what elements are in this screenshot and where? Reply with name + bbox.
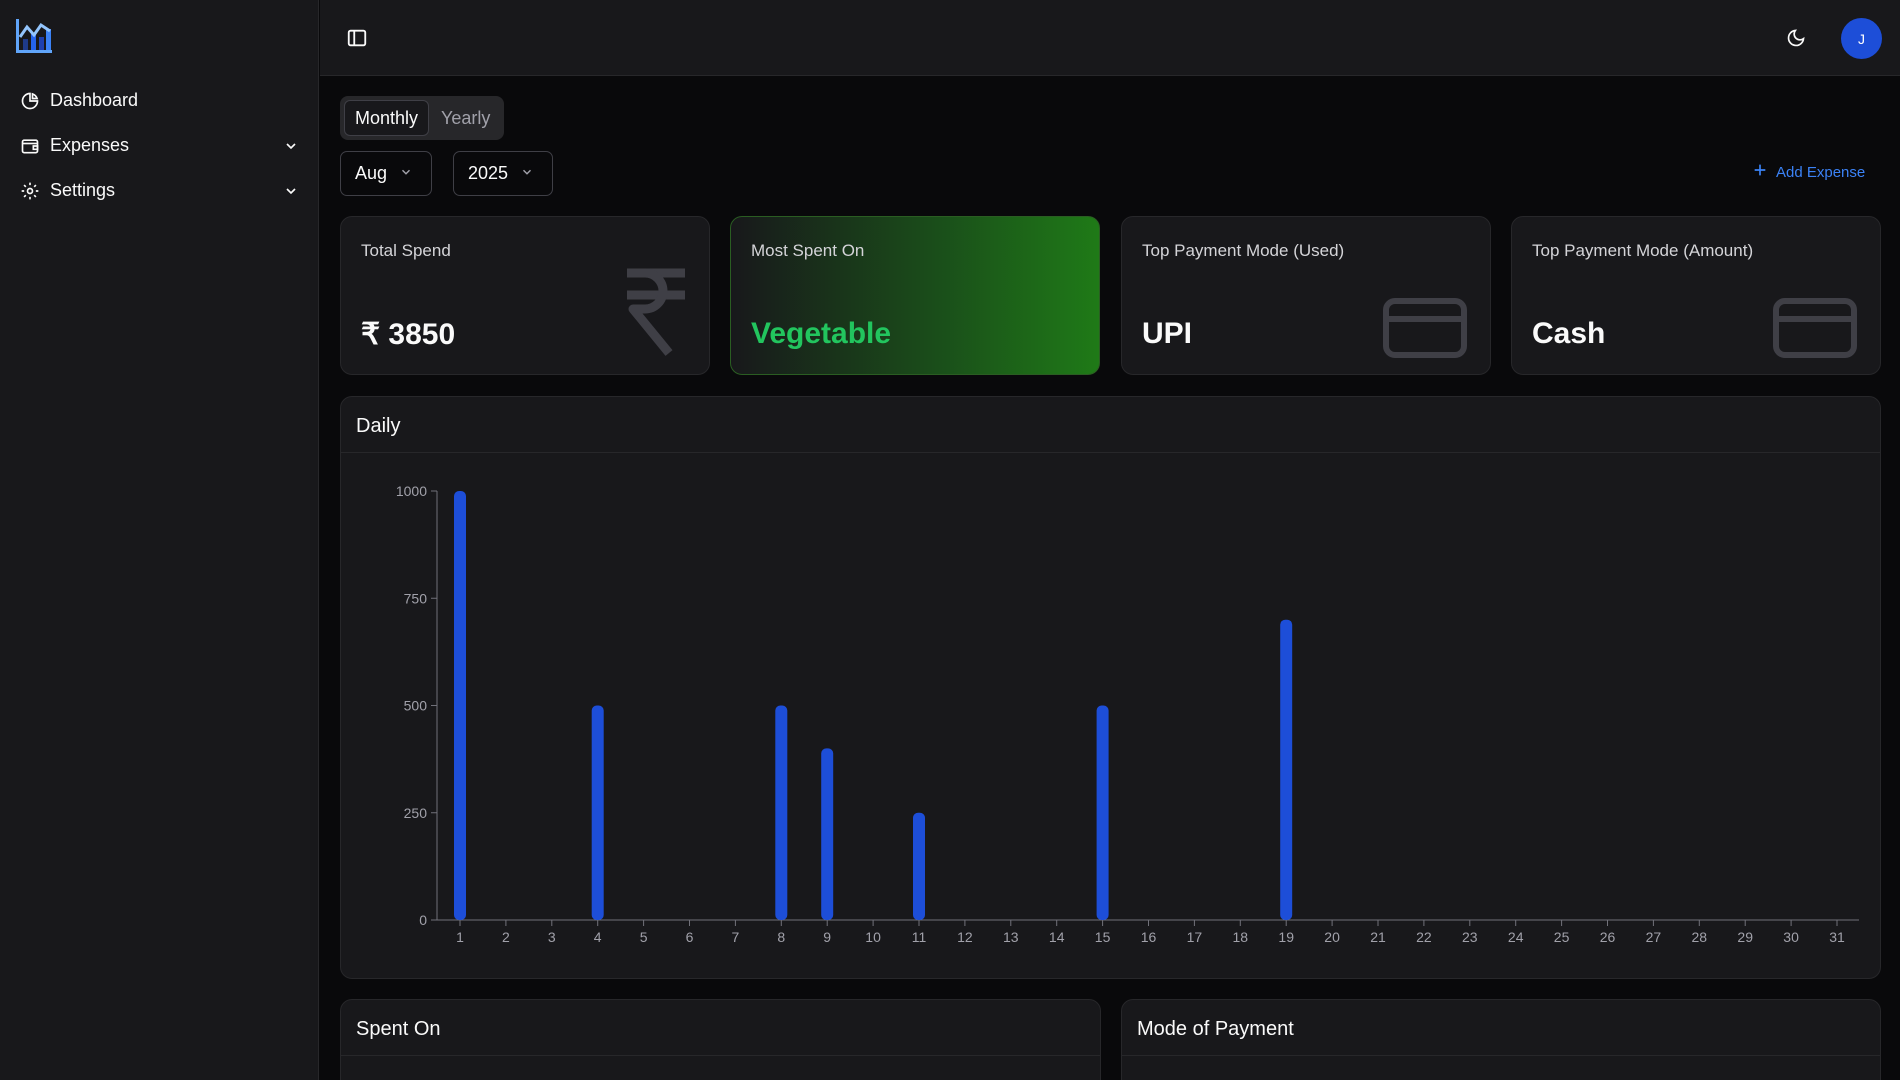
x-tick-label: 15 bbox=[1095, 929, 1111, 945]
x-tick-label: 14 bbox=[1049, 929, 1065, 945]
tab-yearly[interactable]: Yearly bbox=[431, 100, 500, 136]
x-tick-label: 22 bbox=[1416, 929, 1432, 945]
credit-card-icon bbox=[1772, 297, 1858, 364]
daily-chart-panel: Daily 0 250 500 750 1000 1 2 3 4 5 6 7 8 9 10 11 12 13 14 1… bbox=[340, 396, 1881, 979]
card-label: Most Spent On bbox=[751, 241, 865, 260]
bar bbox=[591, 705, 604, 920]
x-tick-label: 27 bbox=[1646, 929, 1662, 945]
topbar: J bbox=[320, 0, 1900, 76]
x-tick-label: 5 bbox=[640, 929, 648, 945]
y-tick-label: 500 bbox=[404, 698, 428, 714]
x-tick-label: 24 bbox=[1508, 929, 1524, 945]
x-tick-label: 3 bbox=[548, 929, 556, 945]
x-tick-label: 7 bbox=[732, 929, 740, 945]
chevron-down-icon bbox=[283, 183, 299, 199]
y-tick-label: 250 bbox=[404, 805, 428, 821]
month-select[interactable]: Aug bbox=[340, 151, 432, 196]
x-tick-label: 2 bbox=[502, 929, 510, 945]
x-tick-label: 30 bbox=[1783, 929, 1799, 945]
chevron-down-icon bbox=[399, 163, 413, 184]
x-tick-label: 16 bbox=[1141, 929, 1157, 945]
moon-icon[interactable] bbox=[1784, 26, 1808, 50]
daily-bar-chart: 025050075010001 2 3 4 5 6 7 8 9 10 11 12 13 14 15 16 17 1… bbox=[396, 483, 1859, 945]
year-select-value: 2025 bbox=[468, 163, 509, 183]
y-tick-label: 750 bbox=[404, 590, 428, 606]
bar bbox=[775, 705, 788, 920]
bar bbox=[1280, 619, 1293, 920]
sidebar-item-expenses[interactable]: Expenses bbox=[0, 123, 319, 168]
x-tick-label: 18 bbox=[1233, 929, 1249, 945]
x-tick-label: 19 bbox=[1278, 929, 1294, 945]
bar bbox=[821, 748, 834, 920]
app-root: Dashboard Expenses Settings J Monthly Ye… bbox=[0, 0, 1900, 1080]
x-tick-label: 6 bbox=[686, 929, 694, 945]
period-toggle: Monthly Yearly bbox=[340, 96, 505, 140]
x-tick-label: 26 bbox=[1600, 929, 1616, 945]
x-tick-label: 8 bbox=[777, 929, 785, 945]
x-tick-label: 11 bbox=[912, 929, 927, 945]
top-payment-used-card: Top Payment Mode (Used) UPI bbox=[1121, 216, 1491, 375]
sidebar-item-dashboard[interactable]: Dashboard bbox=[0, 78, 319, 123]
pie-chart-icon bbox=[20, 91, 40, 111]
y-tick-label: 0 bbox=[419, 912, 427, 928]
gear-icon bbox=[20, 181, 40, 201]
y-tick-label: 1000 bbox=[396, 483, 427, 499]
card-value: UPI bbox=[1142, 317, 1193, 350]
x-tick-label: 21 bbox=[1370, 929, 1386, 945]
x-tick-label: 28 bbox=[1692, 929, 1708, 945]
panel-divider bbox=[341, 1055, 1100, 1056]
x-tick-label: 12 bbox=[957, 929, 973, 945]
chevron-down-icon bbox=[283, 138, 299, 154]
card-value: ₹ 3850 bbox=[361, 318, 456, 351]
sidebar-item-settings[interactable]: Settings bbox=[0, 168, 319, 213]
total-spend-card: Total Spend ₹ 3850 bbox=[340, 216, 710, 375]
card-label: Top Payment Mode (Amount) bbox=[1532, 241, 1754, 260]
x-tick-label: 29 bbox=[1737, 929, 1753, 945]
sidebar: Dashboard Expenses Settings bbox=[0, 0, 319, 1080]
sidebar-nav: Dashboard Expenses Settings bbox=[0, 78, 319, 213]
add-expense-label: Add Expense bbox=[1776, 163, 1866, 181]
chevron-down-icon bbox=[520, 163, 534, 184]
x-tick-label: 17 bbox=[1187, 929, 1203, 945]
plus-icon bbox=[1752, 162, 1768, 182]
panel-title: Mode of Payment bbox=[1137, 1018, 1294, 1040]
card-label: Total Spend bbox=[361, 241, 451, 260]
x-tick-label: 13 bbox=[1003, 929, 1019, 945]
panel-divider bbox=[1122, 1055, 1880, 1056]
panel-title: Spent On bbox=[356, 1018, 441, 1040]
card-value: Vegetable bbox=[751, 317, 892, 350]
card-label: Top Payment Mode (Used) bbox=[1142, 241, 1345, 260]
x-tick-label: 4 bbox=[594, 929, 602, 945]
x-tick-label: 25 bbox=[1554, 929, 1570, 945]
x-tick-label: 31 bbox=[1829, 929, 1845, 945]
x-tick-label: 20 bbox=[1324, 929, 1340, 945]
credit-card-icon bbox=[1382, 297, 1468, 364]
add-expense-button[interactable]: Add Expense bbox=[1752, 162, 1865, 182]
wallet-icon bbox=[20, 136, 40, 156]
sidebar-item-label: Settings bbox=[50, 180, 116, 200]
year-select[interactable]: 2025 bbox=[453, 151, 553, 196]
sidebar-item-label: Expenses bbox=[50, 135, 130, 155]
top-payment-amount-card: Top Payment Mode (Amount) Cash bbox=[1511, 216, 1881, 375]
x-tick-label: 10 bbox=[865, 929, 881, 945]
app-logo-icon[interactable] bbox=[14, 17, 54, 55]
tab-monthly[interactable]: Monthly bbox=[344, 100, 430, 136]
x-tick-label: 23 bbox=[1462, 929, 1478, 945]
bar bbox=[1096, 705, 1109, 920]
mode-of-payment-panel: Mode of Payment bbox=[1121, 999, 1881, 1080]
x-tick-label: 1 bbox=[456, 929, 464, 945]
bar bbox=[454, 491, 466, 920]
bar bbox=[913, 812, 925, 920]
sidebar-item-label: Dashboard bbox=[50, 90, 139, 110]
month-select-value: Aug bbox=[355, 163, 388, 183]
x-tick-label: 9 bbox=[823, 929, 831, 945]
rupee-icon bbox=[621, 267, 691, 362]
most-spent-card: Most Spent On Vegetable bbox=[730, 216, 1100, 375]
avatar-initial: J bbox=[1858, 30, 1865, 47]
card-value: Cash bbox=[1532, 317, 1606, 350]
avatar[interactable]: J bbox=[1841, 18, 1882, 59]
sidebar-toggle-icon[interactable] bbox=[346, 27, 368, 49]
spent-on-panel: Spent On bbox=[340, 999, 1101, 1080]
